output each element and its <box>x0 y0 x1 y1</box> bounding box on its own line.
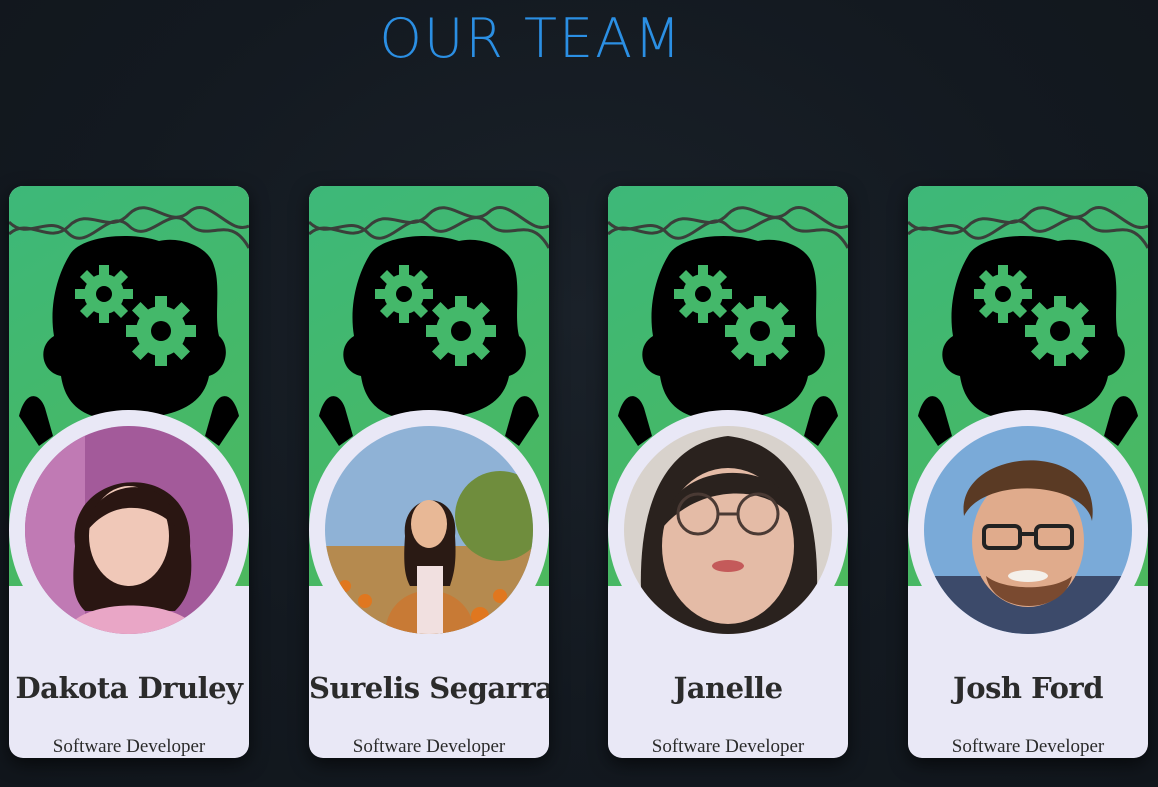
page-title: OUR TEAM <box>379 7 683 70</box>
member-name: Josh Ford <box>953 671 1103 705</box>
member-name: Janelle <box>673 671 783 705</box>
avatar[interactable] <box>624 426 832 634</box>
member-name: Surelis Segarra <box>309 671 549 705</box>
member-name: Dakota Druley <box>15 671 244 705</box>
member-role: Software Developer <box>951 736 1105 757</box>
team-card[interactable]: Josh Ford Software Developer <box>908 186 1148 758</box>
avatar-frame <box>608 410 848 650</box>
team-card[interactable]: Janelle Software Developer <box>608 186 848 758</box>
member-role: Software Developer <box>352 736 506 757</box>
avatar-frame <box>908 410 1148 650</box>
avatar-frame <box>9 410 249 650</box>
member-role: Software Developer <box>651 736 805 757</box>
team-card[interactable]: Surelis Segarra Software Developer <box>309 186 549 758</box>
avatar[interactable] <box>325 426 533 634</box>
avatar[interactable] <box>924 426 1132 634</box>
team-card[interactable]: Dakota Druley Software Developer <box>9 186 249 758</box>
member-role: Software Developer <box>52 736 206 757</box>
avatar-frame <box>309 410 549 650</box>
avatar[interactable] <box>25 426 233 634</box>
